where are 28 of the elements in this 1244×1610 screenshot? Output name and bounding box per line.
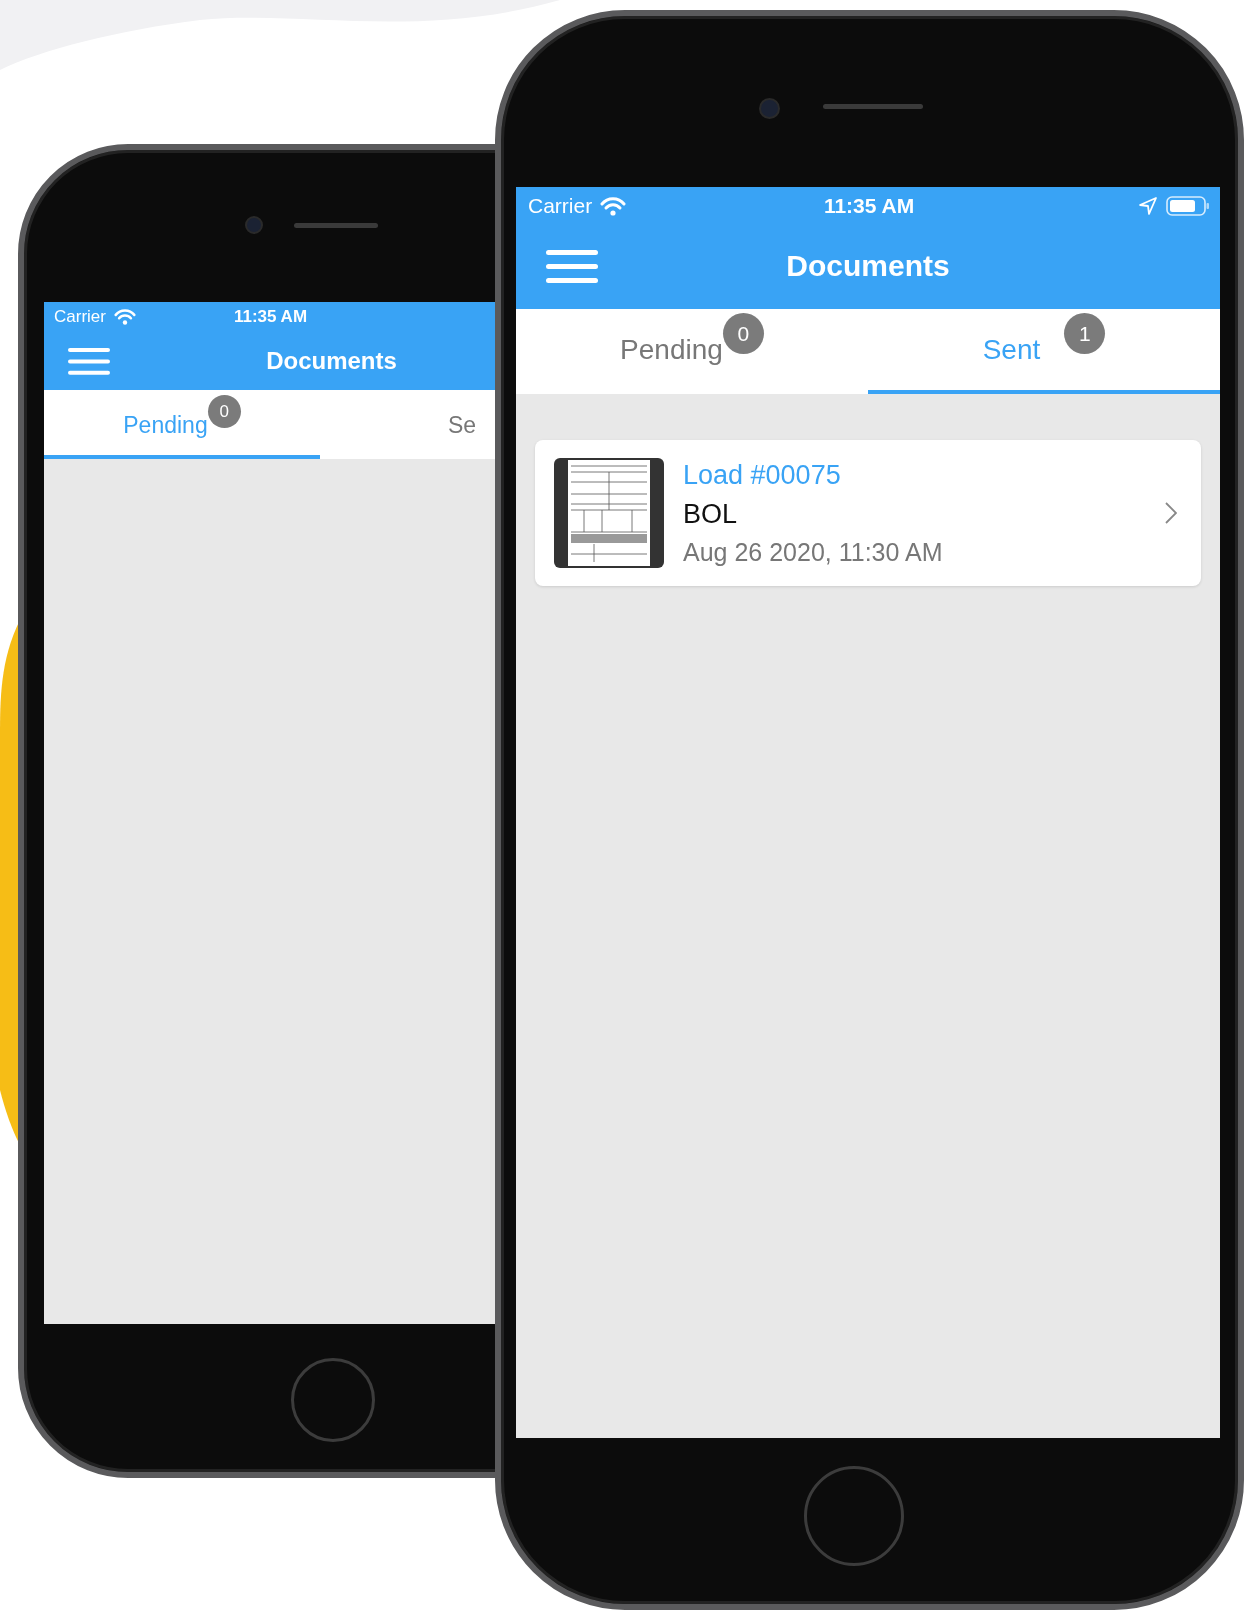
count-badge: 1 <box>1064 313 1106 354</box>
load-number: Load #00075 <box>683 459 842 491</box>
status-time: 11:35 AM <box>823 194 915 218</box>
count-badge: 0 <box>722 313 764 354</box>
carrier-label: Carrier <box>54 307 106 327</box>
wifi-icon <box>113 309 136 325</box>
document-card[interactable]: Load #00075 BOL Aug 26 2020, 11:30 AM <box>535 440 1201 586</box>
camera-icon <box>245 216 263 234</box>
wifi-icon <box>600 196 627 216</box>
screen-title: Documents <box>266 347 397 375</box>
document-type: BOL <box>683 498 739 530</box>
menu-icon <box>68 346 110 376</box>
document-date: Aug 26 2020, 11:30 AM <box>683 537 944 567</box>
tab[interactable]: Pending 0 <box>44 390 320 459</box>
tab[interactable]: Se <box>320 390 495 459</box>
menu-icon <box>546 248 598 284</box>
home-button[interactable] <box>804 1466 904 1566</box>
screen-title: Documents <box>786 249 950 283</box>
count-badge: 0 <box>207 395 241 428</box>
tab[interactable]: Sent 1 <box>868 309 1220 394</box>
status-time: 11:35 AM <box>233 307 308 327</box>
tab[interactable]: Pending 0 <box>516 309 868 394</box>
camera-icon <box>759 98 780 119</box>
battery-icon <box>1166 196 1210 216</box>
location-arrow-icon <box>1138 196 1158 216</box>
home-button[interactable] <box>291 1358 375 1442</box>
chevron-right-icon <box>1165 502 1177 524</box>
carrier-label: Carrier <box>528 194 593 218</box>
